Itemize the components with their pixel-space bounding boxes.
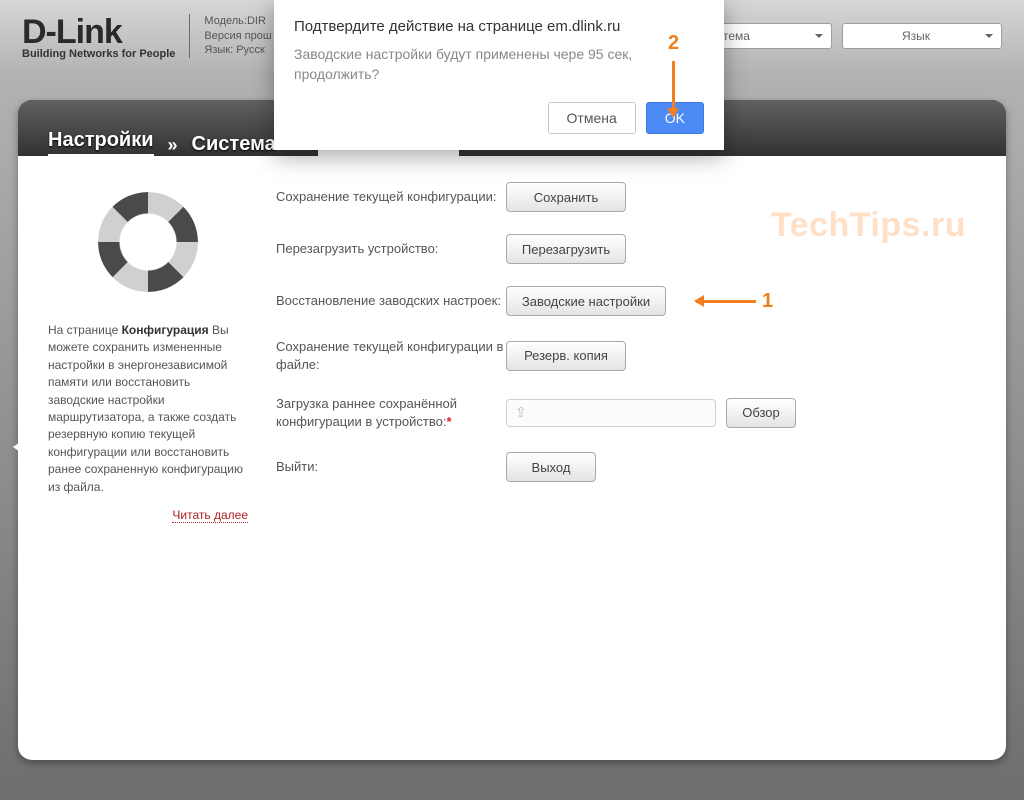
label-factory: Восстановление заводских настроек: <box>276 292 506 310</box>
device-model: Модель:DIR <box>204 14 271 29</box>
dialog-actions: Отмена OK <box>294 102 704 134</box>
factory-reset-button[interactable]: Заводские настройки <box>506 286 666 316</box>
file-placeholder: ⇪ <box>515 404 527 421</box>
label-upload: Загрузка раннее сохранённой конфигурации… <box>276 395 506 430</box>
row-reboot: Перезагрузить устройство: Перезагрузить <box>276 234 976 264</box>
brand-logo: D-Link Building Networks for People <box>22 13 175 60</box>
label-logout: Выйти: <box>276 458 506 476</box>
annotation-1: 1 <box>696 290 773 313</box>
lifebuoy-icon <box>88 182 208 302</box>
label-save-config: Сохранение текущей конфигурации: <box>276 188 506 206</box>
backup-button[interactable]: Резерв. копия <box>506 341 626 371</box>
dialog-message: Заводские настройки будут применены чере… <box>294 45 704 84</box>
brand-name: D-Link <box>22 13 175 52</box>
device-language: Язык: Русск <box>204 43 271 58</box>
system-dropdown[interactable]: тема <box>712 23 832 49</box>
ok-button[interactable]: OK <box>646 102 704 134</box>
dialog-title: Подтвердите действие на странице em.dlin… <box>294 18 704 35</box>
crumb-settings[interactable]: Настройки <box>48 129 154 156</box>
cancel-button[interactable]: Отмена <box>548 102 636 134</box>
file-input[interactable]: ⇪ <box>506 399 716 427</box>
content-area: TechTips.ru На странице Конфигурация Вы … <box>18 156 1006 760</box>
row-factory-reset: Восстановление заводских настроек: Завод… <box>276 286 976 316</box>
crumb-system[interactable]: Система <box>192 133 276 156</box>
confirm-dialog: Подтвердите действие на странице em.dlin… <box>274 0 724 150</box>
language-dropdown-label: Язык <box>902 29 930 43</box>
device-info: Модель:DIR Версия прош Язык: Русск <box>204 14 271 59</box>
side-expand-icon[interactable] <box>6 440 23 454</box>
help-text: На странице Конфигурация Вы можете сохра… <box>48 322 248 496</box>
row-save-config: Сохранение текущей конфигурации: Сохрани… <box>276 182 976 212</box>
main-panel: Настройки » Система » Конфигурация TechT… <box>18 100 1006 760</box>
logout-button[interactable]: Выход <box>506 452 596 482</box>
read-more-link[interactable]: Читать далее <box>172 508 248 523</box>
row-backup: Сохранение текущей конфигурации в файле:… <box>276 338 976 373</box>
row-upload: Загрузка раннее сохранённой конфигурации… <box>276 395 976 430</box>
reboot-button[interactable]: Перезагрузить <box>506 234 626 264</box>
language-dropdown[interactable]: Язык <box>842 23 1002 49</box>
help-column: На странице Конфигурация Вы можете сохра… <box>48 182 248 734</box>
system-dropdown-label: тема <box>723 29 750 43</box>
annotation-1-number: 1 <box>762 290 773 313</box>
arrow-left-icon <box>696 300 756 303</box>
device-firmware: Версия прош <box>204 29 271 44</box>
save-button[interactable]: Сохранить <box>506 182 626 212</box>
config-form: Сохранение текущей конфигурации: Сохрани… <box>276 182 976 734</box>
row-logout: Выйти: Выход <box>276 452 976 482</box>
label-backup: Сохранение текущей конфигурации в файле: <box>276 338 506 373</box>
logo-separator <box>189 14 190 58</box>
label-reboot: Перезагрузить устройство: <box>276 240 506 258</box>
crumb-sep-1: » <box>168 135 178 156</box>
browse-button[interactable]: Обзор <box>726 398 796 428</box>
brand-tagline: Building Networks for People <box>22 48 175 60</box>
